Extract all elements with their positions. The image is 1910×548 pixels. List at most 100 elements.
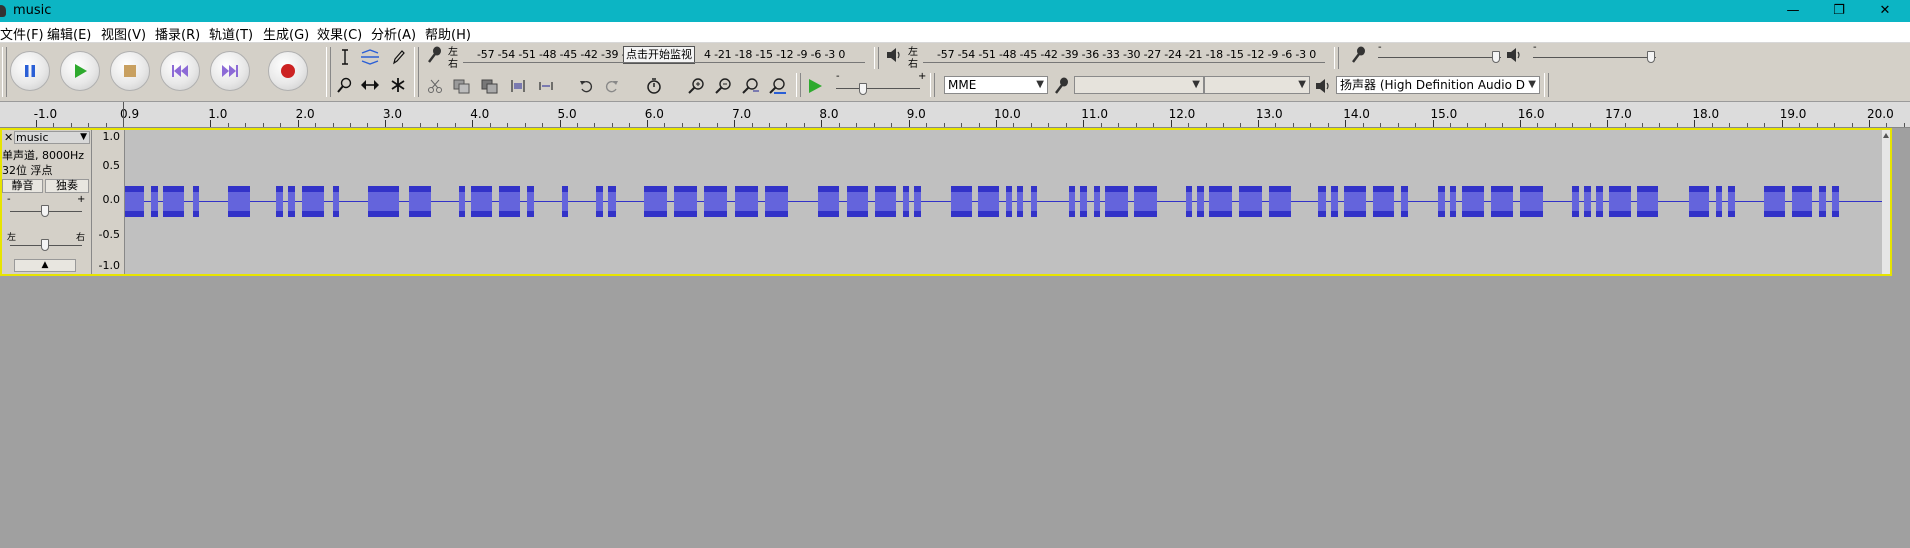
recording-device-select[interactable]: ▼ bbox=[1074, 76, 1204, 94]
menu-file[interactable]: 文件(F) bbox=[0, 24, 44, 43]
waveform-burst bbox=[1209, 186, 1232, 217]
draw-tool-icon[interactable] bbox=[388, 47, 408, 67]
play-meter-speaker-icon[interactable] bbox=[885, 45, 905, 65]
trim-icon[interactable] bbox=[508, 76, 528, 96]
redo-icon[interactable] bbox=[602, 76, 622, 96]
toolbar-grip[interactable] bbox=[1334, 47, 1339, 69]
menu-record[interactable]: 播录(R) bbox=[155, 24, 200, 43]
chevron-down-icon: ▼ bbox=[1528, 79, 1536, 90]
record-button[interactable] bbox=[268, 51, 308, 91]
input-volume-thumb[interactable] bbox=[1492, 51, 1501, 63]
record-meter-right-label: 右 bbox=[448, 59, 458, 70]
playback-device-select[interactable]: 扬声器 (High Definition Audio D ▼ bbox=[1336, 76, 1540, 94]
timeline-minor-tick bbox=[926, 123, 928, 127]
waveform-burst bbox=[470, 186, 492, 217]
play-meter[interactable]: -57 -54 -51 -48 -45 -42 -39 -36 -33 -30 … bbox=[923, 45, 1325, 65]
gain-slider-thumb[interactable] bbox=[41, 205, 49, 217]
waveform-rms bbox=[367, 192, 400, 211]
toolbar-grip[interactable] bbox=[1544, 73, 1549, 97]
recording-channels-select[interactable]: ▼ bbox=[1204, 76, 1310, 94]
menu-analyze[interactable]: 分析(A) bbox=[371, 24, 416, 43]
input-volume-track bbox=[1378, 57, 1501, 58]
menu-help[interactable]: 帮助(H) bbox=[425, 24, 471, 43]
fit-selection-icon[interactable] bbox=[740, 76, 760, 96]
waveform-rms bbox=[1331, 192, 1338, 211]
audio-host-select[interactable]: MME ▼ bbox=[944, 76, 1048, 94]
fit-project-icon[interactable] bbox=[767, 76, 787, 96]
menu-tracks[interactable]: 轨道(T) bbox=[209, 24, 253, 43]
waveform-rms bbox=[764, 192, 788, 211]
toolbar-grip[interactable] bbox=[874, 47, 879, 69]
waveform-burst bbox=[1068, 186, 1075, 217]
playback-device-value: 扬声器 (High Definition Audio D bbox=[1340, 78, 1525, 92]
timeline-tick bbox=[646, 120, 648, 127]
multi-tool-icon[interactable] bbox=[388, 75, 408, 95]
silence-icon[interactable] bbox=[536, 76, 556, 96]
skip-to-start-button[interactable] bbox=[160, 51, 200, 91]
timeline-tick-label: 16.0 bbox=[1517, 107, 1545, 121]
zoom-out-icon[interactable] bbox=[713, 76, 733, 96]
selection-tool-icon[interactable] bbox=[335, 47, 355, 67]
copy-icon[interactable] bbox=[452, 76, 472, 96]
menu-generate[interactable]: 生成(G) bbox=[263, 24, 309, 43]
menu-effect[interactable]: 效果(C) bbox=[317, 24, 362, 43]
zoom-tool-icon[interactable] bbox=[335, 75, 355, 95]
pause-button[interactable] bbox=[10, 51, 50, 91]
vertical-scrollbar[interactable] bbox=[1882, 130, 1890, 274]
waveform-rms bbox=[1401, 192, 1409, 211]
waveform-burst bbox=[1437, 186, 1445, 217]
timeline-minor-tick bbox=[1624, 123, 1626, 127]
pan-slider-thumb[interactable] bbox=[41, 239, 49, 251]
timeline-ruler[interactable]: 0.9 -1.0 1.0 2.0 3.0 4.0 5.0 6.0 7.0 8.0 9.0 10.0 1… bbox=[0, 102, 1910, 128]
chevron-down-icon: ▼ bbox=[1036, 79, 1044, 90]
waveform-rms bbox=[1209, 192, 1232, 211]
toolbar-grip[interactable] bbox=[796, 73, 801, 97]
close-button[interactable]: ✕ bbox=[1862, 0, 1908, 22]
toolbar-grip[interactable] bbox=[2, 47, 7, 97]
zoom-in-icon[interactable] bbox=[686, 76, 706, 96]
waveform-rms bbox=[1689, 192, 1710, 211]
minimize-button[interactable]: — bbox=[1770, 0, 1816, 22]
play-at-speed-icon[interactable] bbox=[805, 76, 825, 96]
track-name-menu[interactable]: music ▼ bbox=[14, 131, 90, 144]
undo-icon[interactable] bbox=[576, 76, 596, 96]
collapse-track-button[interactable]: ▲ bbox=[14, 259, 76, 272]
play-button[interactable] bbox=[60, 51, 100, 91]
play-speed-thumb[interactable] bbox=[859, 83, 867, 95]
timeline-tick-label: 8.0 bbox=[819, 107, 839, 121]
timeline-minor-tick bbox=[437, 123, 439, 127]
track-close-icon[interactable]: ✕ bbox=[4, 131, 13, 144]
waveform-burst bbox=[193, 186, 200, 217]
cut-icon[interactable] bbox=[425, 76, 445, 96]
timeshift-tool-icon[interactable] bbox=[360, 75, 380, 95]
waveform-burst bbox=[874, 186, 896, 217]
output-volume-thumb[interactable] bbox=[1647, 51, 1656, 63]
stop-button[interactable] bbox=[110, 51, 150, 91]
waveform-burst bbox=[735, 186, 758, 217]
toolbar-grip[interactable] bbox=[414, 73, 419, 97]
waveform-burst bbox=[596, 186, 603, 217]
timeline-minor-tick bbox=[1502, 123, 1504, 127]
toolbar-grip[interactable] bbox=[930, 73, 935, 97]
envelope-tool-icon[interactable] bbox=[360, 47, 380, 67]
waveform-rms bbox=[1238, 192, 1262, 211]
menu-edit[interactable]: 编辑(E) bbox=[47, 24, 91, 43]
timer-icon[interactable] bbox=[644, 76, 664, 96]
waveform-burst bbox=[228, 186, 250, 217]
waveform-burst bbox=[818, 186, 840, 217]
timeline-minor-tick bbox=[1676, 123, 1678, 127]
record-meter-mic-icon[interactable] bbox=[425, 45, 445, 65]
menu-view[interactable]: 视图(V) bbox=[101, 24, 146, 43]
record-meter[interactable]: -57 -54 -51 -48 -45 -42 -39 -3 点击开始监视 4 … bbox=[463, 45, 865, 65]
timeline-minor-tick bbox=[1816, 123, 1818, 127]
solo-button[interactable]: 独奏 bbox=[45, 179, 89, 193]
timeline-tick bbox=[1083, 120, 1085, 127]
restore-button[interactable]: ❐ bbox=[1816, 0, 1862, 22]
paste-icon[interactable] bbox=[480, 76, 500, 96]
waveform-burst bbox=[163, 186, 185, 217]
skip-to-end-button[interactable] bbox=[210, 51, 250, 91]
mute-button[interactable]: 静音 bbox=[2, 179, 43, 193]
waveform-area[interactable] bbox=[125, 130, 1882, 274]
toolbar-grip[interactable] bbox=[326, 47, 331, 97]
waveform-rms bbox=[459, 192, 466, 211]
